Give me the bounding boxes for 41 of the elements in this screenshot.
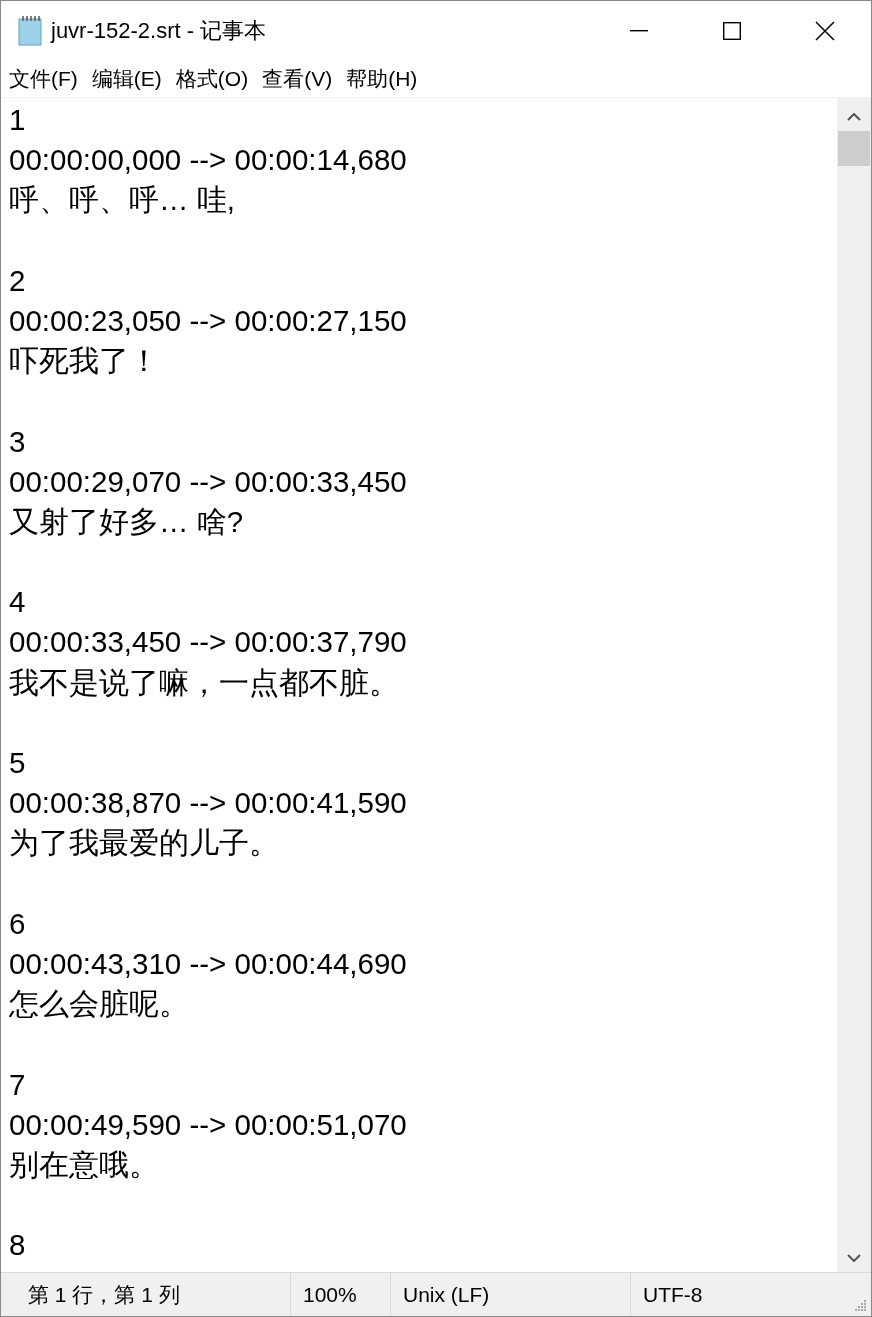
notepad-icon <box>17 15 43 47</box>
minimize-icon <box>629 30 648 32</box>
subtitle-text: 我不是说了嘛，一点都不脏。 <box>9 664 400 701</box>
vertical-scrollbar[interactable] <box>837 98 871 1272</box>
subtitle-text: 怎么会脏呢。 <box>9 986 190 1023</box>
encoding: UTF-8 <box>642 1282 704 1308</box>
subtitle-index: 1 <box>9 102 27 138</box>
subtitle-timing: 00:00:33,450 --> 00:00:37,790 <box>9 624 408 661</box>
window-title: juvr-152-2.srt - 记事本 <box>51 17 268 45</box>
subtitle-text: 别在意哦。 <box>9 1146 160 1183</box>
menu-item[interactable]: 编辑(E) <box>91 65 162 93</box>
subtitle-timing: 00:00:00,000 --> 00:00:14,680 <box>9 142 408 179</box>
subtitle-index: 6 <box>9 905 27 942</box>
menu-item[interactable]: 帮助(H) <box>346 65 418 93</box>
scroll-down-icon[interactable] <box>847 1254 861 1262</box>
subtitle-timing: 00:00:23,050 --> 00:00:27,150 <box>9 302 408 339</box>
scroll-thumb[interactable] <box>838 131 870 166</box>
subtitle-index: 4 <box>9 584 27 621</box>
close-icon <box>814 21 835 41</box>
subtitle-timing: 00:00:38,870 --> 00:00:41,590 <box>9 785 408 822</box>
line-ending: Unix (LF) <box>391 1273 631 1316</box>
zoom-level: 100% <box>291 1273 391 1316</box>
resize-grip-icon[interactable] <box>855 1300 867 1312</box>
subtitle-timing: 00:00:29,070 --> 00:00:33,450 <box>9 463 408 500</box>
subtitle-text: 呼、呼、呼… 哇, <box>9 182 236 219</box>
cursor-position: 第 1 行，第 1 列 <box>1 1273 291 1316</box>
subtitle-timing: 00:00:43,310 --> 00:00:44,690 <box>9 945 408 982</box>
menu-item[interactable]: 查看(V) <box>262 65 333 93</box>
subtitle-index: 2 <box>9 262 27 299</box>
maximize-icon <box>722 22 741 40</box>
subtitle-text: 为了我最爱的儿子。 <box>9 825 280 862</box>
subtitle-index: 5 <box>9 745 27 781</box>
subtitle-index: 7 <box>9 1066 27 1103</box>
subtitle-index: 3 <box>9 423 27 460</box>
scroll-up-icon[interactable] <box>847 113 861 121</box>
subtitle-text: 吓死我了！ <box>9 343 160 380</box>
subtitle-text: 又射了好多… 啥? <box>9 503 245 540</box>
subtitle-timing: 00:00:49,590 --> 00:00:51,070 <box>9 1106 408 1143</box>
menu-item[interactable]: 格式(O) <box>175 65 249 93</box>
subtitle-index: 8 <box>9 1227 27 1264</box>
menu-item[interactable]: 文件(F) <box>9 65 78 93</box>
